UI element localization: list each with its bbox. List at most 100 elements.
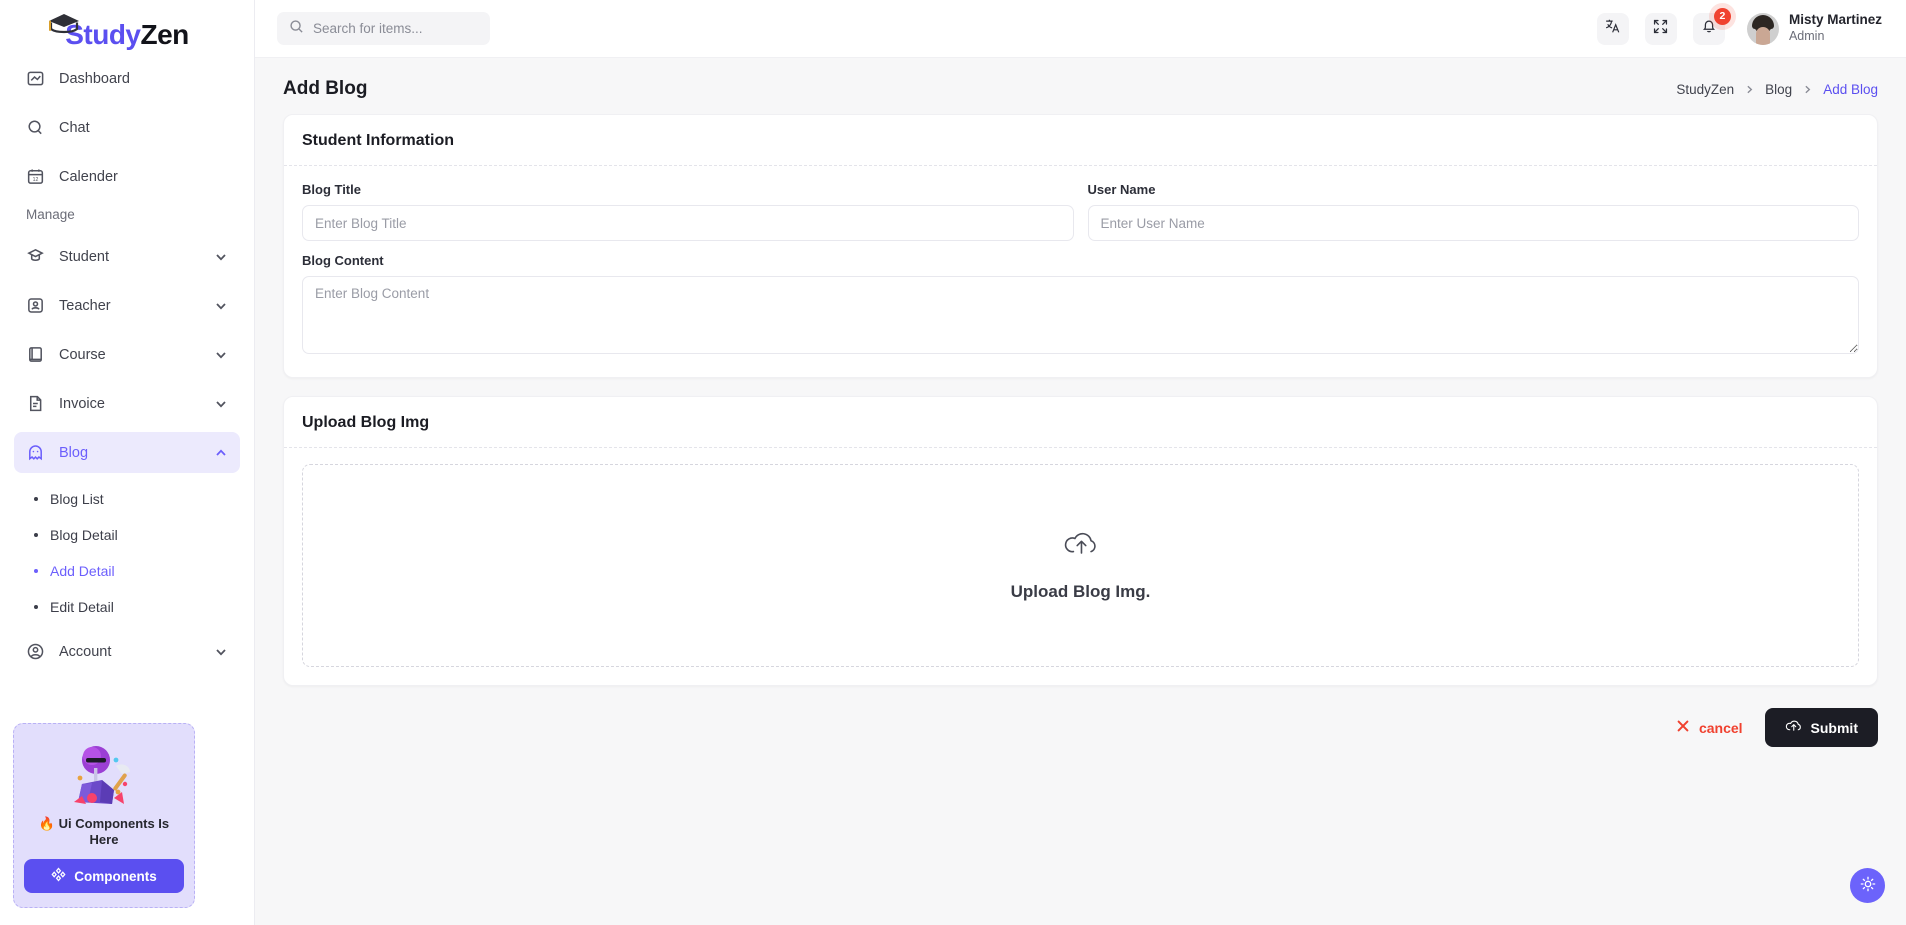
form-row: Blog Title User Name xyxy=(302,182,1859,253)
sidebar-item-calender[interactable]: 12 Calender xyxy=(14,156,240,197)
sun-icon xyxy=(1859,875,1877,896)
promo-card: 🔥 Ui Components Is Here Components xyxy=(13,723,195,908)
blog-content-textarea[interactable] xyxy=(302,276,1859,354)
breadcrumb-item-blog[interactable]: Blog xyxy=(1765,82,1792,97)
upload-dropzone[interactable]: Upload Blog Img. xyxy=(302,464,1859,667)
upload-dropzone-label: Upload Blog Img. xyxy=(1010,582,1151,601)
brand-logo[interactable]: StudyZen xyxy=(0,0,254,70)
card-header: Student Information xyxy=(284,115,1877,166)
components-icon xyxy=(51,867,66,885)
cloud-upload-icon xyxy=(1785,719,1802,736)
fullscreen-button[interactable] xyxy=(1644,12,1677,45)
sidebar-item-label: Student xyxy=(59,248,109,265)
invoice-icon xyxy=(26,394,45,413)
dashboard-icon xyxy=(26,69,45,88)
sidebar-item-label: Teacher xyxy=(59,297,111,314)
sidebar-subitem-add-detail[interactable]: Add Detail xyxy=(14,553,240,589)
form-actions: cancel Submit xyxy=(283,704,1878,747)
card-body: Upload Blog Img. xyxy=(284,448,1877,685)
sidebar-subitem-blog-list[interactable]: Blog List xyxy=(14,481,240,517)
theme-toggle-button[interactable] xyxy=(1850,868,1885,903)
sidebar-subitem-label: Edit Detail xyxy=(50,599,114,615)
user-role: Admin xyxy=(1788,29,1825,44)
sidebar-item-invoice[interactable]: Invoice xyxy=(14,383,240,424)
notification-badge: 2 xyxy=(1713,7,1731,25)
card-header: Upload Blog Img xyxy=(284,397,1877,448)
sidebar-item-teacher[interactable]: Teacher xyxy=(14,285,240,326)
fullscreen-icon xyxy=(1652,18,1669,40)
blog-title-label: Blog Title xyxy=(302,182,361,197)
user-name-input[interactable] xyxy=(1087,205,1859,241)
user-menu[interactable]: Misty Martinez Admin xyxy=(1746,12,1882,45)
sidebar-item-blog[interactable]: Blog xyxy=(14,432,240,473)
blog-content-label: Blog Content xyxy=(302,253,384,268)
sidebar: StudyZen Dashboard Chat 12 Calender Mana… xyxy=(0,0,255,925)
language-button[interactable] xyxy=(1596,12,1629,45)
sidebar-item-label: Chat xyxy=(59,119,90,136)
chevron-down-icon xyxy=(214,299,228,313)
translate-icon xyxy=(1604,17,1622,40)
search-input[interactable] xyxy=(313,21,478,36)
notifications-button[interactable]: 2 xyxy=(1692,7,1731,45)
main-area: 2 Misty Martinez Admin Add Blog StudyZen… xyxy=(255,0,1906,925)
sidebar-item-label: Account xyxy=(59,643,112,660)
components-button[interactable]: Components xyxy=(24,859,184,893)
sidebar-section-manage: Manage xyxy=(26,207,75,222)
sidebar-subitem-label: Add Detail xyxy=(50,563,115,579)
sidebar-item-course[interactable]: Course xyxy=(14,334,240,375)
sidebar-item-label: Calender xyxy=(59,168,118,185)
account-circle-icon xyxy=(26,642,45,661)
card-body: Blog Title User Name Blog Content xyxy=(284,166,1877,377)
topbar: 2 Misty Martinez Admin xyxy=(255,0,1906,58)
chevron-down-icon xyxy=(214,645,228,659)
card-title: Upload Blog Img xyxy=(302,414,430,431)
sidebar-item-label: Course xyxy=(59,346,106,363)
teacher-icon xyxy=(26,296,45,315)
sidebar-item-student[interactable]: Student xyxy=(14,236,240,277)
svg-text:12: 12 xyxy=(33,177,39,183)
search-icon xyxy=(289,19,304,39)
chevron-down-icon xyxy=(214,397,228,411)
breadcrumb: StudyZen Blog Add Blog xyxy=(1676,82,1878,97)
app-root: StudyZen Dashboard Chat 12 Calender Mana… xyxy=(0,0,1906,925)
avatar xyxy=(1746,12,1779,45)
sidebar-item-label: Dashboard xyxy=(59,70,130,87)
bullet-icon xyxy=(34,605,38,609)
cancel-button-label: cancel xyxy=(1698,719,1743,736)
page-title: Add Blog xyxy=(283,78,368,99)
card-title: Student Information xyxy=(302,132,454,149)
sidebar-item-account[interactable]: Account xyxy=(14,631,240,672)
user-name: Misty Martinez xyxy=(1788,12,1882,28)
chevron-up-icon xyxy=(214,446,228,460)
sidebar-subitem-edit-detail[interactable]: Edit Detail xyxy=(14,589,240,625)
sidebar-item-label: Blog xyxy=(59,444,89,461)
upload-blog-img-card: Upload Blog Img Upload Blog Img. xyxy=(283,396,1878,686)
chevron-down-icon xyxy=(214,348,228,362)
breadcrumb-item-studyzen[interactable]: StudyZen xyxy=(1676,82,1734,97)
sidebar-item-chat[interactable]: Chat xyxy=(14,107,240,148)
breadcrumb-item-add-blog[interactable]: Add Blog xyxy=(1823,82,1878,97)
bullet-icon xyxy=(34,497,38,501)
submit-button[interactable]: Submit xyxy=(1764,708,1878,747)
search-box[interactable] xyxy=(277,12,490,45)
sidebar-subitem-label: Blog List xyxy=(50,491,104,507)
close-x-icon xyxy=(1676,719,1690,736)
submit-button-label: Submit xyxy=(1810,719,1858,736)
cancel-button[interactable]: cancel xyxy=(1672,711,1747,744)
components-button-label: Components xyxy=(74,868,157,884)
chevron-right-icon xyxy=(1744,84,1755,95)
page-header: Add Blog StudyZen Blog Add Blog xyxy=(255,58,1906,114)
blog-title-input[interactable] xyxy=(302,205,1074,241)
bullet-icon xyxy=(34,533,38,537)
sidebar-subitem-blog-detail[interactable]: Blog Detail xyxy=(14,517,240,553)
chevron-right-icon xyxy=(1802,84,1813,95)
sidebar-subitem-label: Blog Detail xyxy=(50,527,118,543)
calendar-icon: 12 xyxy=(26,167,45,186)
ghost-icon xyxy=(26,443,45,462)
bullet-icon xyxy=(34,569,38,573)
student-information-card: Student Information Blog Title User Name xyxy=(283,114,1878,378)
brand-name-secondary: Zen xyxy=(140,19,190,50)
sidebar-item-label: Invoice xyxy=(59,395,105,412)
user-name-label: User Name xyxy=(1087,182,1156,197)
course-icon xyxy=(26,345,45,364)
